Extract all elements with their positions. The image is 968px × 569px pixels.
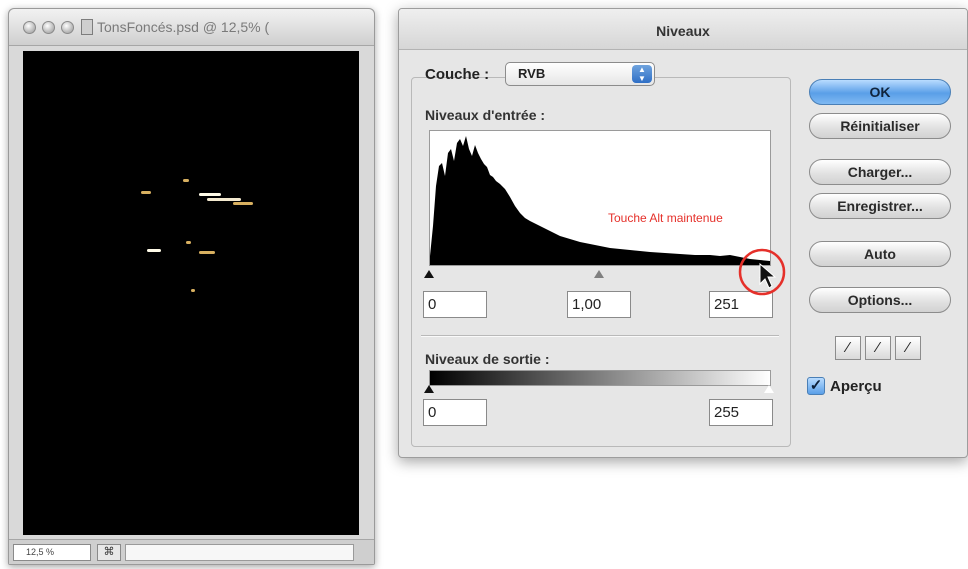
white-eyedropper-icon[interactable]: ⁄	[895, 336, 921, 360]
levels-dialog: Niveaux Couche : RVB ▲ ▼ Niveaux d'entrée…	[398, 8, 968, 458]
histogram-graph	[430, 136, 770, 265]
image-highlight	[199, 251, 215, 254]
close-window-button[interactable]	[23, 21, 36, 34]
input-gamma-handle[interactable]	[594, 270, 604, 278]
image-highlight	[183, 179, 189, 182]
document-window: TonsFoncés.psd @ 12,5% ( 12,5 % ⌘	[8, 8, 375, 565]
image-highlight	[147, 249, 161, 252]
histogram	[429, 130, 771, 266]
annotation-overlay	[738, 248, 786, 296]
zoom-level-field[interactable]: 12,5 %	[13, 544, 91, 561]
separator	[421, 335, 779, 337]
image-highlight	[191, 289, 195, 292]
dialog-title: Niveaux	[656, 23, 710, 39]
ok-button[interactable]: OK	[809, 79, 951, 105]
document-status-bar: 12,5 % ⌘	[9, 539, 374, 564]
output-white-field[interactable]: 255	[709, 399, 773, 426]
auto-button[interactable]: Auto	[809, 241, 951, 267]
annotation-text: Touche Alt maintenue	[608, 211, 723, 225]
output-levels-label: Niveaux de sortie :	[425, 351, 550, 367]
output-black-field[interactable]: 0	[423, 399, 487, 426]
preview-checkbox[interactable]: ✓	[807, 377, 825, 395]
input-levels-label: Niveaux d'entrée :	[425, 107, 546, 123]
input-gamma-field[interactable]: 1,00	[567, 291, 631, 318]
image-highlight	[207, 198, 241, 201]
minimize-window-button[interactable]	[42, 21, 55, 34]
document-title: TonsFoncés.psd @ 12,5% (	[97, 19, 270, 35]
output-black-handle[interactable]	[424, 385, 434, 393]
options-button[interactable]: Options...	[809, 287, 951, 313]
histogram-shape	[430, 136, 770, 265]
channel-value: RVB	[518, 66, 546, 81]
load-button[interactable]: Charger...	[809, 159, 951, 185]
gray-eyedropper-icon[interactable]: ⁄	[865, 336, 891, 360]
reset-button[interactable]: Réinitialiser	[809, 113, 951, 139]
channel-label: Couche :	[425, 66, 490, 83]
preview-label: Aperçu	[830, 378, 882, 395]
image-highlight	[141, 191, 151, 194]
zoom-window-button[interactable]	[61, 21, 74, 34]
output-levels-slider[interactable]	[424, 383, 774, 397]
output-white-handle[interactable]	[764, 385, 774, 393]
input-black-point-handle[interactable]	[424, 270, 434, 278]
black-eyedropper-icon[interactable]: ⁄	[835, 336, 861, 360]
document-proxy-icon[interactable]	[81, 19, 93, 35]
save-button[interactable]: Enregistrer...	[809, 193, 951, 219]
input-levels-slider[interactable]	[424, 268, 769, 282]
select-arrows-icon: ▲ ▼	[632, 65, 652, 83]
channel-select[interactable]: RVB ▲ ▼	[505, 62, 655, 86]
mouse-cursor-icon	[759, 262, 777, 289]
input-black-field[interactable]: 0	[423, 291, 487, 318]
dialog-titlebar[interactable]: Niveaux	[399, 9, 967, 50]
horizontal-scrollbar[interactable]	[125, 544, 354, 561]
image-highlight	[199, 193, 221, 196]
status-menu-button[interactable]: ⌘	[97, 544, 121, 561]
image-canvas[interactable]	[23, 51, 359, 535]
image-highlight	[233, 202, 253, 205]
image-highlight	[186, 241, 191, 244]
document-titlebar[interactable]: TonsFoncés.psd @ 12,5% (	[9, 9, 374, 46]
